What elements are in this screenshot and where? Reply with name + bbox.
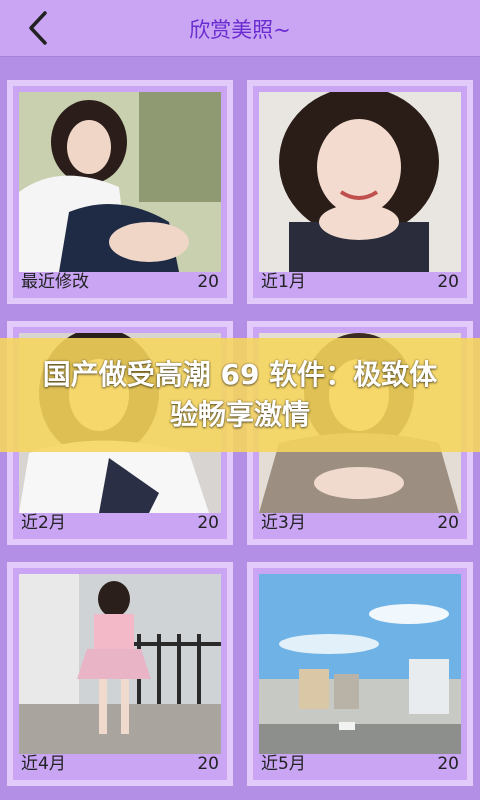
album-count: 20 (197, 754, 219, 774)
album-count: 20 (197, 513, 219, 533)
page-title: 欣赏美照~ (189, 18, 291, 42)
banner-text: 国产做受高潮 69 软件：极致体验畅享激情 (42, 358, 438, 431)
album-photo (259, 574, 461, 754)
album-label: 近4月 (21, 754, 66, 774)
album-label: 最近修改 (21, 272, 89, 292)
album-card-4-months[interactable]: 近4月 20 (7, 562, 233, 786)
album-photo (19, 574, 221, 754)
album-count: 20 (437, 272, 459, 292)
album-label: 近5月 (261, 754, 306, 774)
album-label: 近1月 (261, 272, 306, 292)
album-photo (259, 92, 461, 272)
album-photo (19, 92, 221, 272)
album-card-1-month[interactable]: 近1月 20 (247, 80, 473, 304)
album-count: 20 (437, 513, 459, 533)
overlay-banner: 国产做受高潮 69 软件：极致体验畅享激情 (0, 338, 480, 452)
album-count: 20 (197, 272, 219, 292)
top-bar: 欣赏美照~ (0, 0, 480, 57)
album-card-5-months[interactable]: 近5月 20 (247, 562, 473, 786)
album-card-recent[interactable]: 最近修改 20 (7, 80, 233, 304)
album-label: 近3月 (261, 513, 306, 533)
album-count: 20 (437, 754, 459, 774)
album-label: 近2月 (21, 513, 66, 533)
